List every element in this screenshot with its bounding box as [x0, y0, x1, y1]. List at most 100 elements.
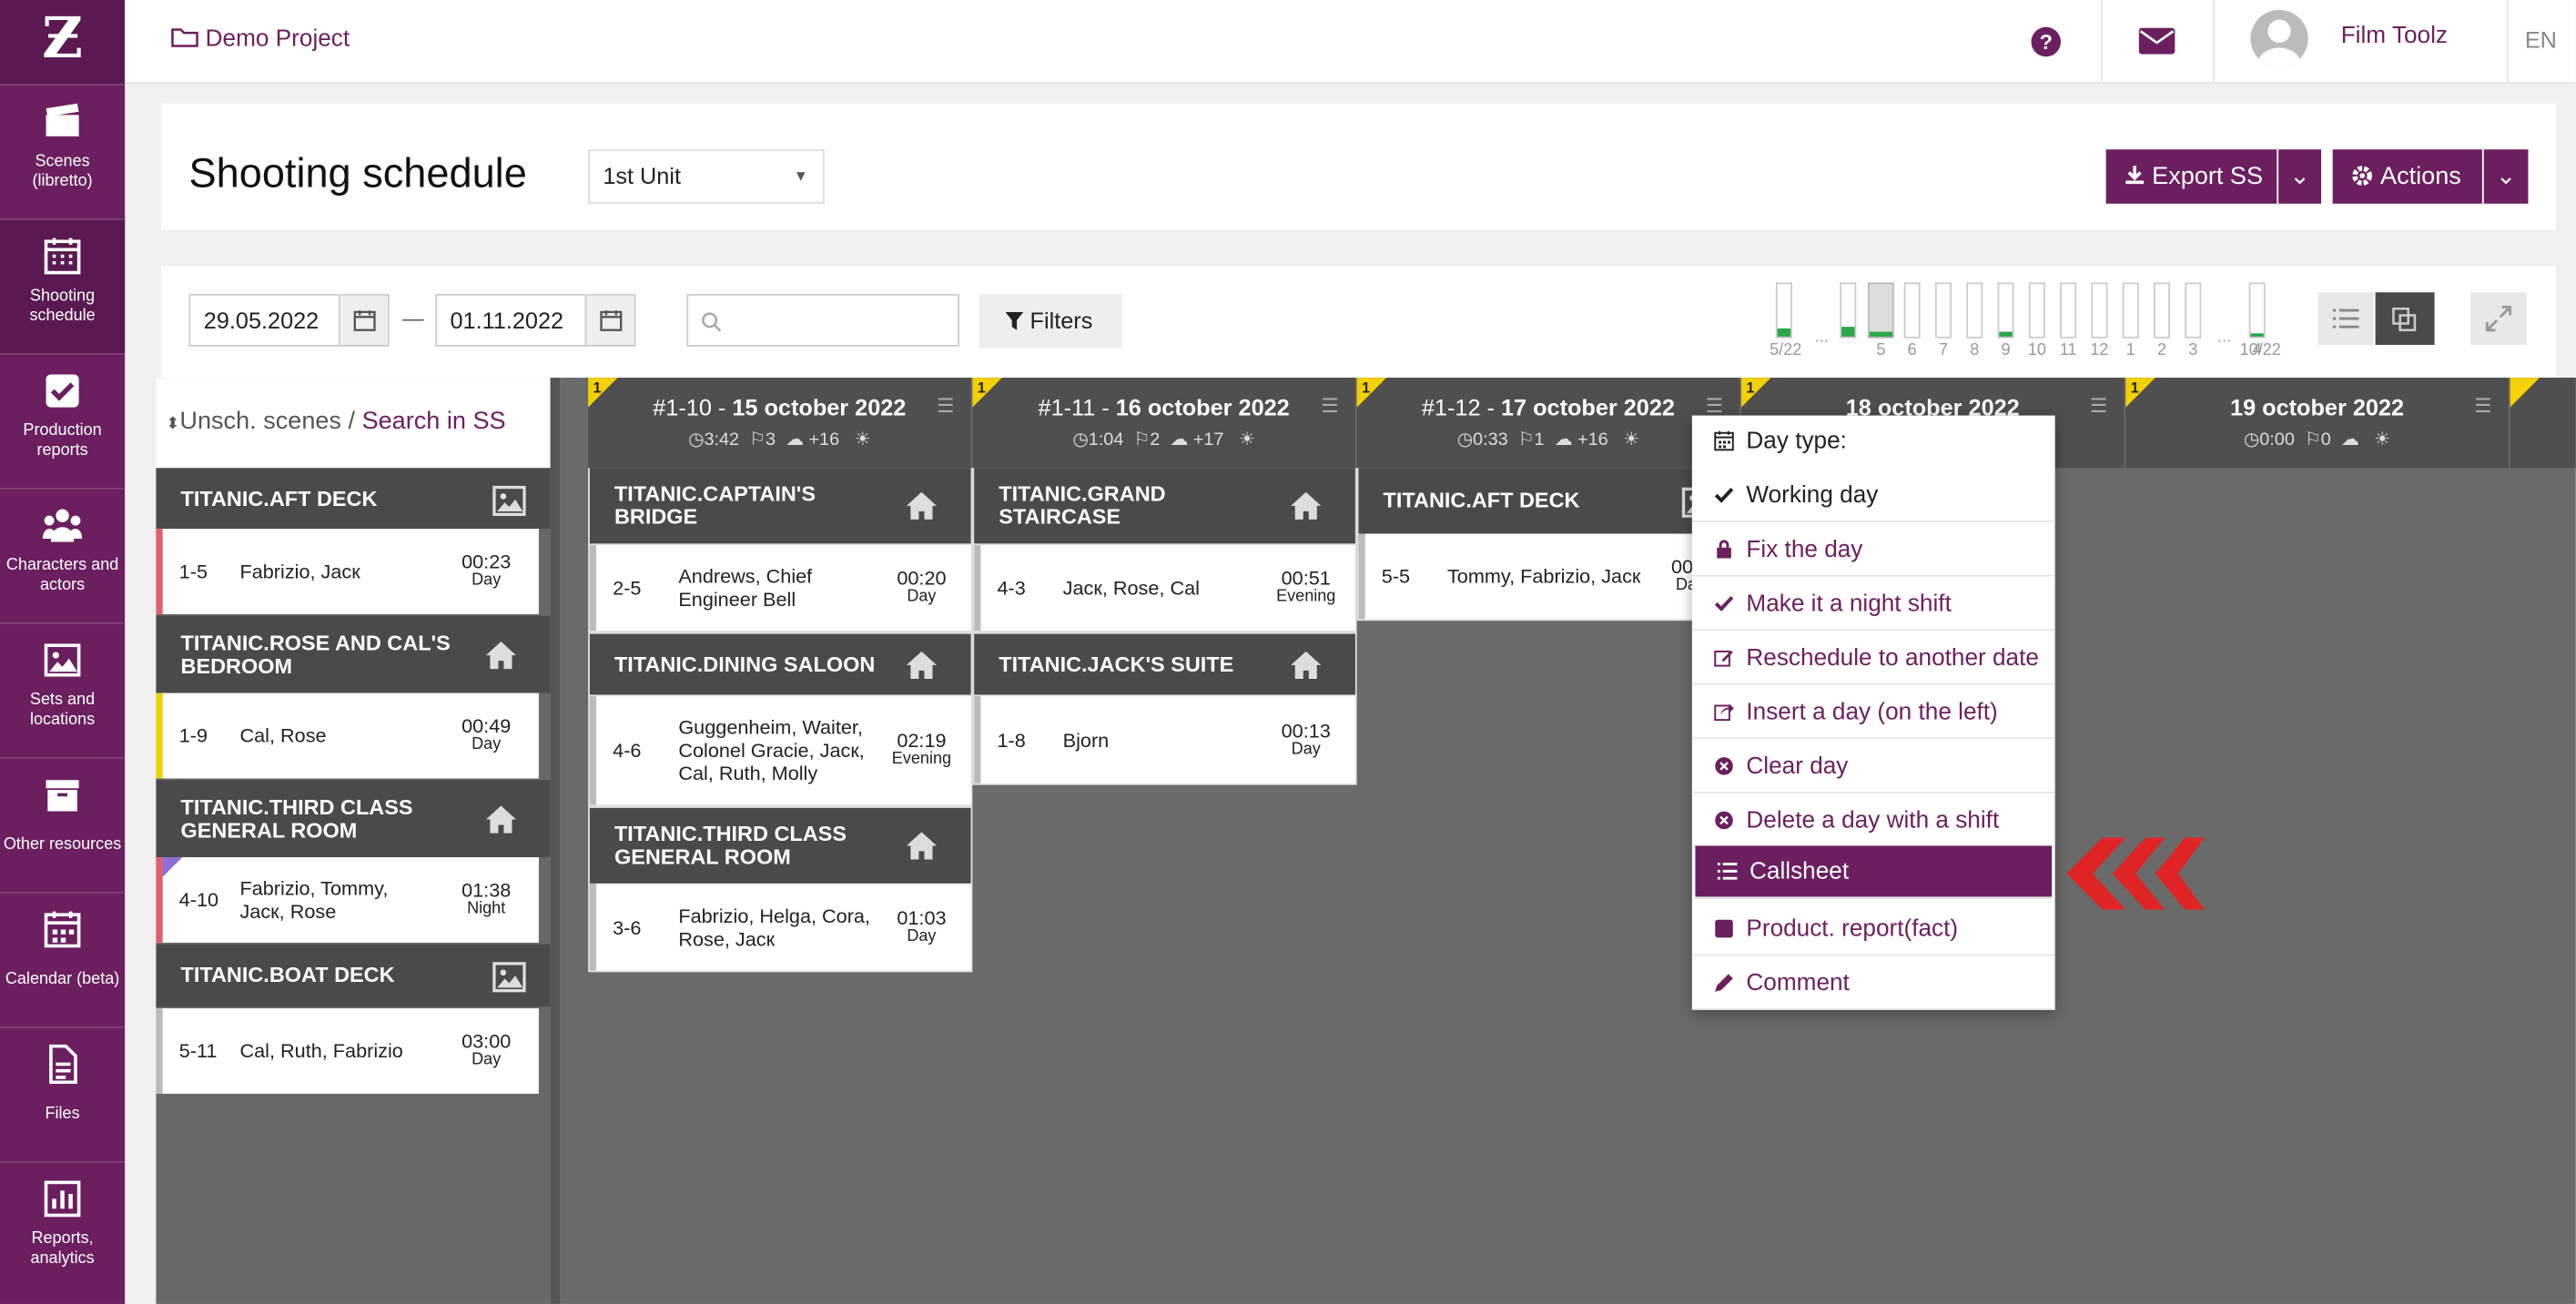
scene-card[interactable]: 2-5 Andrews, Chief Engineer Bell 00:20 Day [589, 545, 971, 632]
search-input[interactable] [686, 294, 959, 347]
sidebar-item-calendar-beta[interactable]: Calendar (beta) [0, 891, 126, 1026]
home-icon[interactable] [905, 829, 938, 867]
menu-item-fix-the-day[interactable]: Fix the day [1691, 524, 2055, 577]
menu-item-product-report-fact[interactable]: Product. report(fact) [1691, 904, 2055, 956]
sliders-icon[interactable]: ☰ [937, 394, 954, 417]
help-icon[interactable]: ? [2031, 26, 2062, 66]
location-header[interactable]: TITANIC.THIRD CLASS GENERAL ROOM [156, 780, 551, 858]
sidebar-item-shooting-schedule[interactable]: Shooting schedule [0, 218, 126, 354]
location-header[interactable]: TITANIC.JACK'S SUITE [974, 633, 1355, 695]
search-in-ss-link[interactable]: Search in SS [362, 408, 506, 436]
scene-card[interactable]: 4-10 Fabrizio, Tommy, Jacк, Rose 01:38 Nigh… [156, 857, 539, 943]
home-icon[interactable] [905, 648, 938, 686]
home-icon[interactable] [1290, 490, 1323, 528]
panel-splitter[interactable] [550, 378, 561, 1304]
menu-item-make-it-a-night-shift[interactable]: Make it a night shift [1691, 578, 2055, 632]
sliders-icon[interactable]: ☰ [2474, 394, 2491, 417]
menu-item-working-day[interactable]: Working day [1691, 470, 2055, 522]
image-icon[interactable] [492, 959, 528, 1000]
avatar[interactable] [2250, 9, 2308, 67]
export-ss-button[interactable]: Export SS [2105, 149, 2277, 204]
timeline-minimap[interactable]: 5/22... 5 6 7 8 9 10 11 12 1 2 3 4... 10/22 [1766, 276, 2308, 368]
scene-card[interactable]: 1-8 Bjorn 00:13 Day [974, 696, 1355, 783]
location-header[interactable]: TITANIC.THIRD CLASS GENERAL ROOM [589, 807, 971, 884]
unscheduled-scenes-link[interactable]: Unsch. scenes [179, 408, 341, 436]
menu-item-clear-day[interactable]: Clear day [1691, 741, 2055, 794]
fullscreen-button[interactable] [2470, 292, 2527, 345]
actions-button[interactable]: Actions [2332, 149, 2482, 204]
timeline-bar[interactable] [2091, 282, 2108, 339]
circle-x-icon [1711, 810, 1734, 831]
scene-card[interactable]: 4-6 Guggenheim, Waiter, Colonel Gracie, J… [589, 696, 971, 805]
sidebar-item-characters-and-actors[interactable]: Characters and actors [0, 487, 126, 622]
day-header[interactable] [2510, 378, 2576, 469]
home-icon[interactable] [484, 638, 517, 676]
calendar-icon[interactable] [338, 295, 388, 345]
sidebar-item-production-reports[interactable]: Production reports [0, 353, 126, 488]
date-to-input[interactable]: 01.11.2022 [435, 294, 636, 347]
day-header[interactable]: 1 19 october 2022 ☰ ◷0:00 ⚐0 ☁ ☀ [2125, 378, 2509, 469]
scene-card[interactable]: 5-5 Tommy, Fabrizio, Jacк 00:3 Day [1358, 533, 1740, 620]
menu-item-insert-a-day-on-the-left[interactable]: Insert a day (on the left) [1691, 686, 2055, 740]
location-header[interactable]: TITANIC.DINING SALOON [589, 633, 971, 695]
list-view-button[interactable] [2317, 292, 2374, 345]
sidebar-item-files[interactable]: Files [0, 1026, 126, 1161]
board-view-button[interactable] [2375, 292, 2435, 345]
mail-icon[interactable] [2138, 27, 2175, 63]
location-header[interactable]: TITANIC.GRAND STAIRCASE [974, 468, 1355, 544]
sidebar-item-other-resources[interactable]: Other resources [0, 756, 126, 892]
sort-icon[interactable]: ⬍ [166, 416, 179, 434]
sidebar-item-sets-and-locations[interactable]: Sets and locations [0, 622, 126, 757]
home-icon[interactable] [484, 803, 517, 841]
scene-card[interactable]: 1-5 Fabrizio, Jacк 00:23 Day [156, 529, 539, 614]
export-dropdown-button[interactable]: ⌄ [2278, 149, 2322, 204]
timeline-bar[interactable] [1903, 282, 1921, 339]
unit-select[interactable]: 1st Unit ▼ [588, 149, 825, 204]
sliders-icon[interactable]: ☰ [2090, 394, 2107, 417]
menu-item-delete-a-day-with-a-shift[interactable]: Delete a day with a shift [1691, 794, 2055, 848]
timeline-bar[interactable] [1840, 282, 1857, 339]
menu-item-callsheet[interactable]: Callsheet [1695, 845, 2053, 899]
download-icon [2125, 166, 2145, 185]
timeline-bar[interactable] [1867, 282, 1894, 339]
location-header[interactable]: TITANIC.AFT DECK [1358, 468, 1740, 534]
timeline-bar[interactable] [1997, 282, 2014, 339]
app-logo[interactable]: Ƶ [0, 0, 126, 85]
home-icon[interactable] [905, 490, 938, 528]
timeline-bar[interactable] [2185, 282, 2202, 339]
scene-card[interactable]: 4-3 Jacк, Rose, Cal 00:51 Evening [974, 545, 1355, 632]
location-header[interactable]: TITANIC.BOAT DECK [156, 944, 551, 1007]
calendar-icon[interactable] [584, 295, 634, 345]
language-switch[interactable]: EN [2525, 26, 2557, 53]
location-header[interactable]: TITANIC.CAPTAIN'S BRIDGE [589, 468, 971, 544]
timeline-bar[interactable] [1934, 282, 1952, 339]
location-header[interactable]: TITANIC.ROSE AND CAL'S BEDROOM [156, 615, 551, 693]
menu-item-comment[interactable]: Comment [1691, 957, 2055, 1010]
timeline-bar[interactable] [2028, 282, 2045, 339]
timeline-bar[interactable] [2060, 282, 2077, 339]
image-icon[interactable] [492, 482, 528, 523]
timeline-bar[interactable] [1775, 282, 1792, 339]
timeline-bar[interactable] [2153, 282, 2171, 339]
user-name[interactable]: Film Toolz [2341, 23, 2448, 49]
location-header[interactable]: TITANIC.AFT DECK [156, 468, 551, 530]
day-header[interactable]: 1 #1-11 - 16 october 2022 ☰ ◷1:04 ⚐2 ☁ +17 … [972, 378, 1355, 469]
scene-card[interactable]: 5-11 Cal, Ruth, Fabrizio 03:00 Day [156, 1008, 539, 1094]
sliders-icon[interactable]: ☰ [1321, 394, 1338, 417]
scene-card[interactable]: 1-9 Cal, Rose 00:49 Day [156, 692, 539, 779]
home-icon[interactable] [1290, 648, 1323, 686]
project-link[interactable]: Demo Project [171, 26, 350, 53]
scene-card[interactable]: 3-6 Fabrizio, Helga, Cora, Rose, Jacк 01:0… [589, 883, 971, 971]
day-header[interactable]: 1 #1-10 - 15 october 2022 ☰ ◷3:42 ⚐3 ☁ +16 … [588, 378, 971, 469]
menu-item-reschedule-to-another-date[interactable]: Reschedule to another date [1691, 632, 2055, 685]
timeline-bar[interactable] [2248, 282, 2266, 339]
date-from-input[interactable]: 29.05.2022 [188, 294, 390, 347]
sidebar-item-scenes-libretto[interactable]: Scenes (libretto) [0, 84, 126, 218]
sidebar-item-reports-analytics[interactable]: Reports, analytics [0, 1160, 126, 1296]
actions-dropdown-button[interactable]: ⌄ [2483, 149, 2529, 204]
filters-button[interactable]: Filters [979, 294, 1122, 349]
timeline-bar[interactable] [2122, 282, 2139, 339]
sliders-icon[interactable]: ☰ [1706, 394, 1723, 417]
timeline-bar[interactable] [1966, 282, 1983, 339]
day-header[interactable]: 1 #1-12 - 17 october 2022 ☰ ◷0:33 ⚐1 ☁ +16 … [1356, 378, 1740, 469]
